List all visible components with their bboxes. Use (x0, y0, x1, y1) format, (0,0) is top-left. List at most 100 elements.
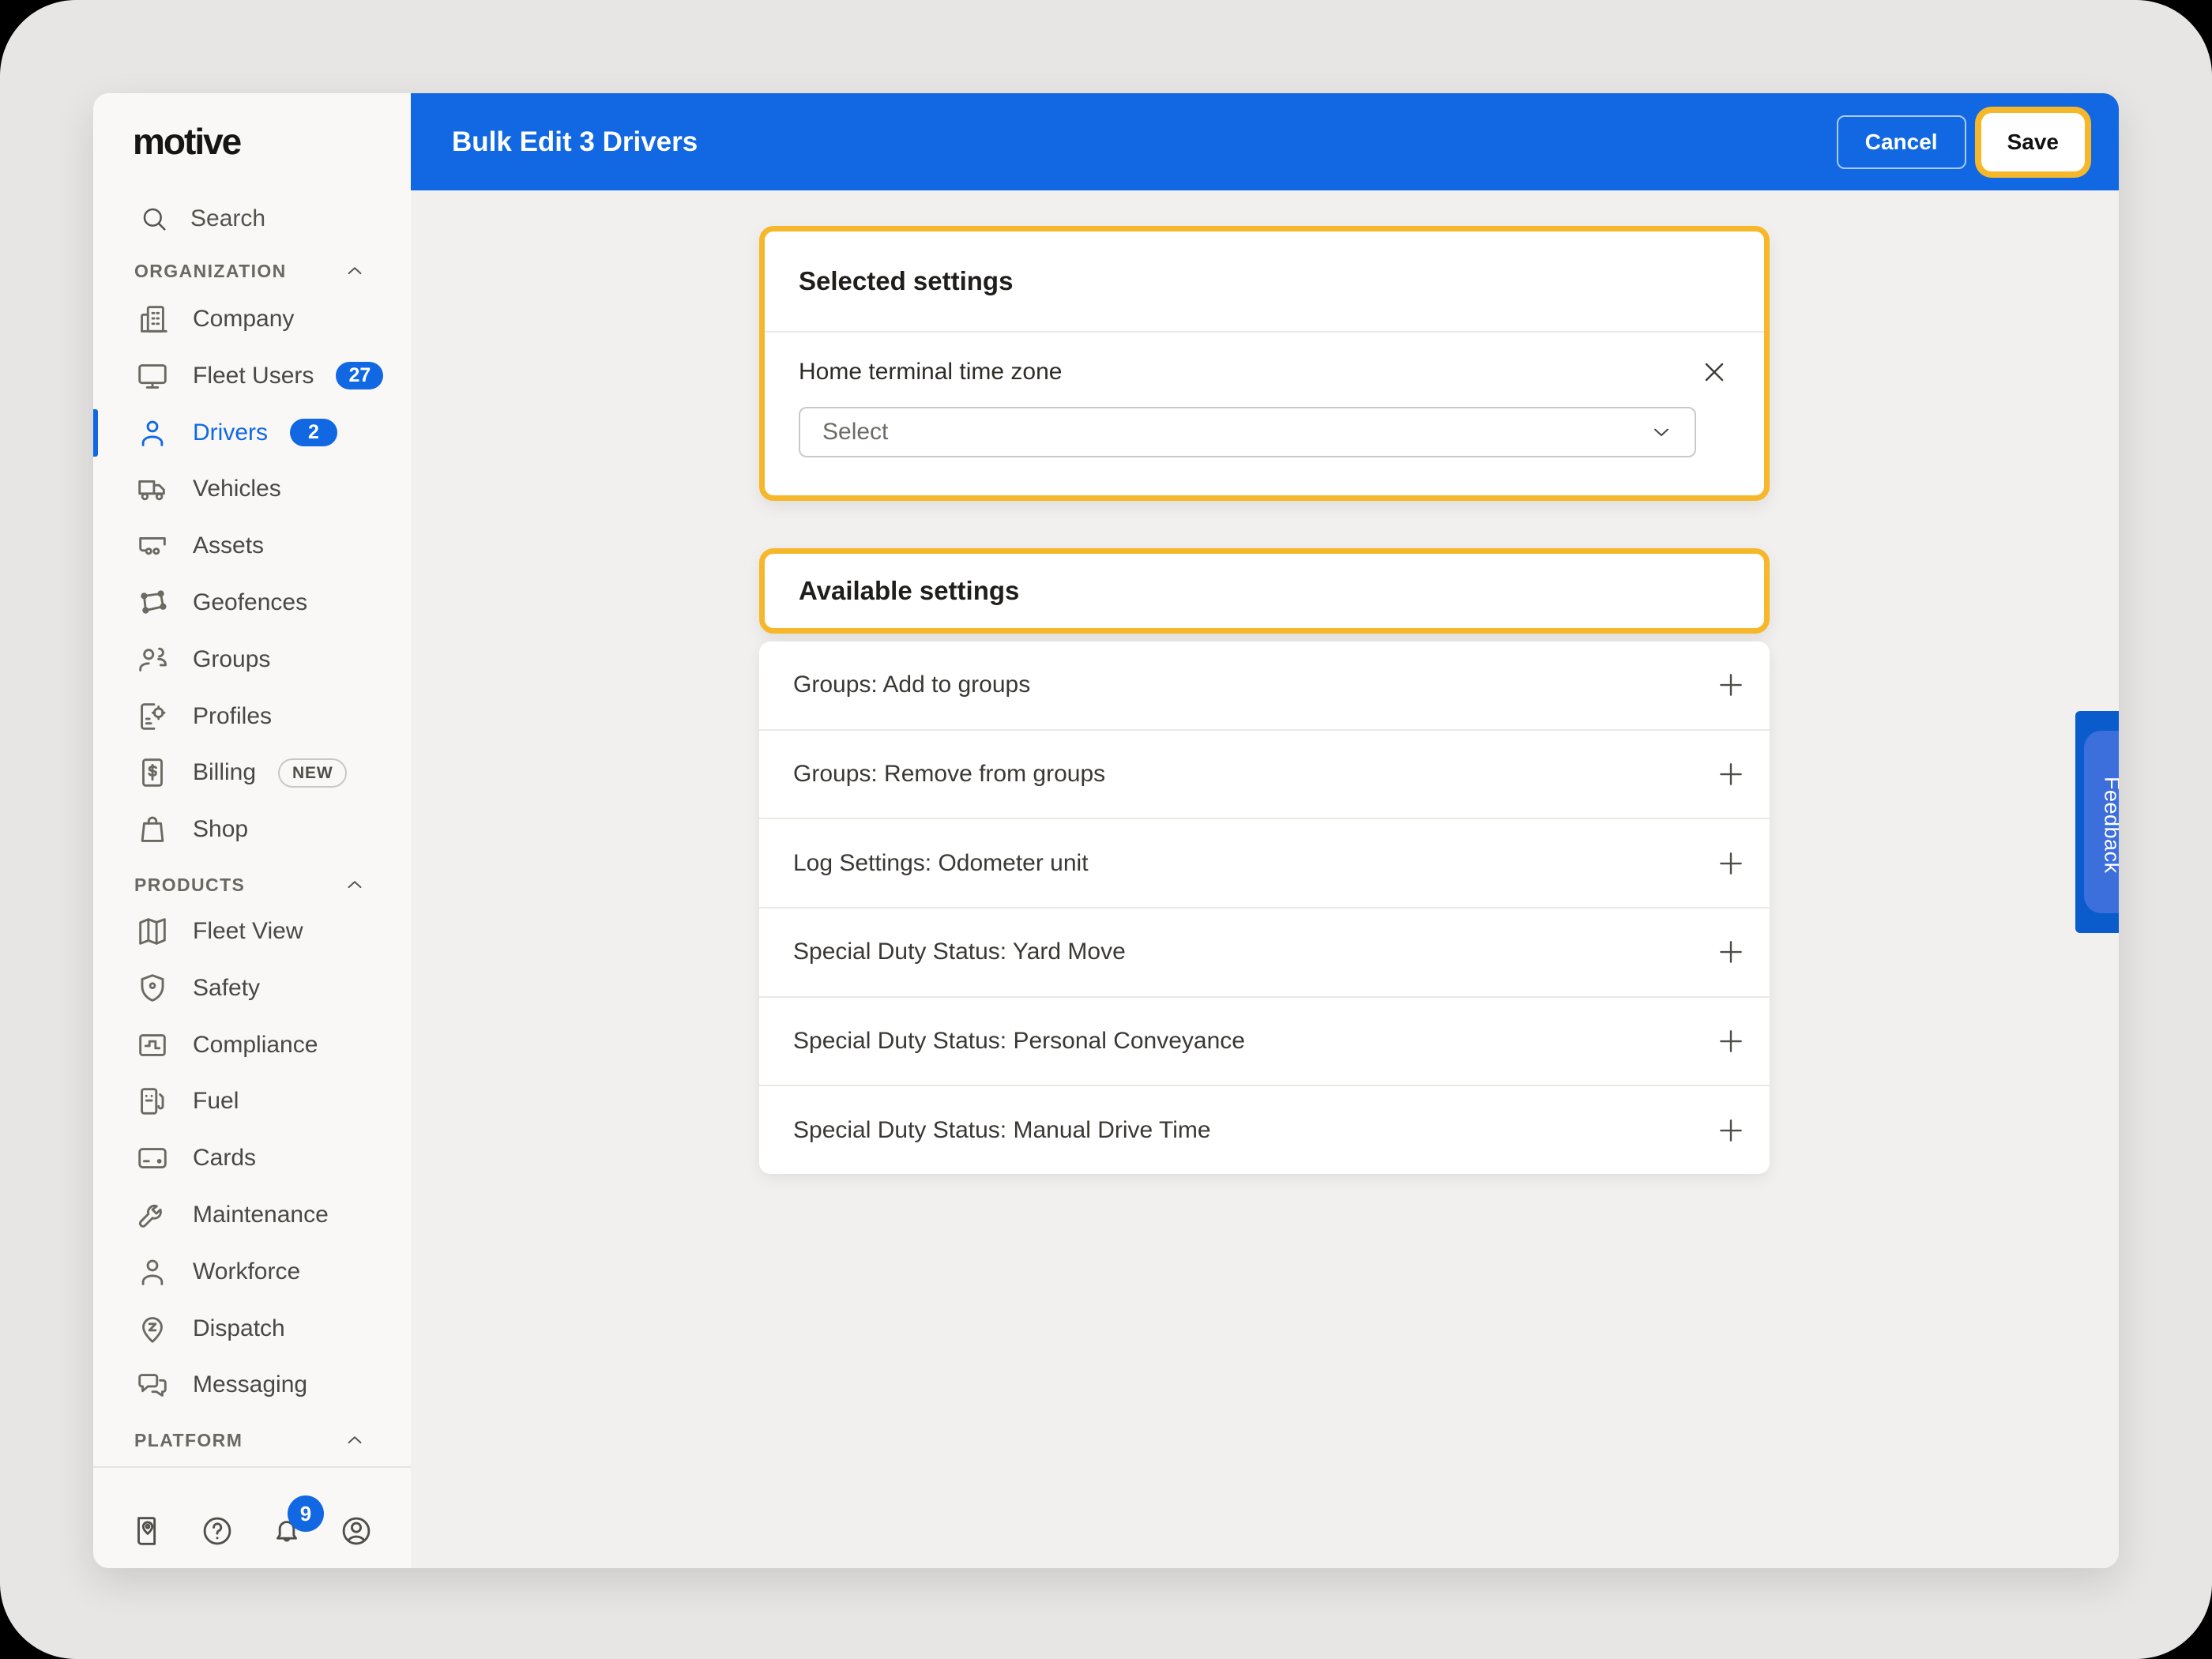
available-setting-row-special-duty-status-manual-drive-time[interactable]: Special Duty Status: Manual Drive Time (759, 1085, 1770, 1174)
available-settings-list: Groups: Add to groups Groups: Remove fro… (759, 641, 1770, 1174)
screenshot-stage: motive Search ORGANIZATION Company Fleet… (0, 0, 2212, 1659)
sidebar-footer: 9 (130, 1493, 374, 1569)
available-setting-label: Special Duty Status: Yard Move (793, 939, 1126, 965)
plus-icon[interactable] (1716, 759, 1746, 789)
plus-icon[interactable] (1716, 848, 1746, 878)
sidebar-item-label: Maintenance (193, 1202, 329, 1228)
timezone-select[interactable]: Select (799, 407, 1696, 457)
sidebar-item-billing[interactable]: Billing NEW (93, 744, 411, 801)
new-tag: NEW (278, 758, 348, 788)
fuel-pump-icon (134, 1083, 171, 1119)
sidebar-item-label: Drivers (193, 419, 268, 446)
trailer-icon (134, 528, 171, 564)
sidebar-item-label: Safety (193, 974, 261, 1001)
person-icon (134, 415, 171, 451)
billing-doc-icon (134, 754, 171, 791)
header-actions: Cancel Save (1836, 93, 2082, 190)
remove-setting-close-icon[interactable] (1698, 356, 1730, 388)
selected-settings-body: Home terminal time zone Select (765, 333, 1764, 457)
sidebar-item-cards[interactable]: Cards (93, 1130, 411, 1187)
sidebar-item-groups[interactable]: Groups (93, 631, 411, 688)
sidebar-item-label: Billing (193, 759, 257, 786)
sidebar-item-label: Groups (193, 645, 271, 672)
plus-icon[interactable] (1716, 1115, 1746, 1146)
sidebar-item-company[interactable]: Company (93, 291, 411, 348)
available-setting-label: Special Duty Status: Personal Conveyance (793, 1028, 1245, 1055)
sidebar-item-label: Workforce (193, 1258, 301, 1285)
sidebar-item-label: Dispatch (193, 1315, 285, 1341)
plus-icon[interactable] (1716, 1026, 1746, 1056)
notification-count-badge: 9 (288, 1495, 324, 1532)
sidebar-item-drivers[interactable]: Drivers 2 (93, 404, 411, 461)
sidebar-item-label: Geofences (193, 589, 308, 615)
chevron-up-icon (343, 873, 367, 897)
sidebar-item-label: Assets (193, 532, 265, 559)
main-content: Selected settings Home terminal time zon… (411, 190, 2119, 1568)
credit-card-icon (134, 1140, 171, 1176)
active-item-indicator (93, 408, 98, 457)
section-label: ORGANIZATION (134, 260, 287, 281)
person-icon (134, 1254, 171, 1290)
map-icon (134, 913, 171, 950)
chat-icon (134, 1367, 171, 1403)
profile-doc-icon (134, 698, 171, 735)
sidebar-item-fleet-view[interactable]: Fleet View (93, 903, 411, 960)
available-setting-row-groups-add-to-groups[interactable]: Groups: Add to groups (759, 641, 1770, 729)
bulk-edit-header: Bulk Edit 3 Drivers Cancel Save (411, 93, 2119, 190)
sidebar-item-label: Vehicles (193, 476, 281, 502)
app-window: motive Search ORGANIZATION Company Fleet… (93, 93, 2119, 1568)
available-setting-row-special-duty-status-yard-move[interactable]: Special Duty Status: Yard Move (759, 907, 1770, 996)
guide-icon[interactable] (130, 1513, 166, 1549)
sidebar-item-compliance[interactable]: Compliance (93, 1017, 411, 1074)
available-setting-row-groups-remove-from-groups[interactable]: Groups: Remove from groups (759, 728, 1770, 818)
groups-icon (134, 641, 171, 678)
sidebar-item-workforce[interactable]: Workforce (93, 1243, 411, 1300)
help-icon[interactable] (199, 1513, 235, 1549)
cancel-button[interactable]: Cancel (1836, 115, 1966, 169)
chevron-down-icon (1649, 419, 1674, 445)
sidebar-item-messaging[interactable]: Messaging (93, 1356, 411, 1413)
sidebar-item-label: Shop (193, 816, 249, 843)
home-terminal-timezone-label: Home terminal time zone (799, 359, 1063, 385)
feedback-tab[interactable]: Feedback (2075, 711, 2119, 933)
save-button[interactable]: Save (1983, 115, 2082, 169)
sidebar-item-fuel[interactable]: Fuel (93, 1073, 411, 1130)
sidebar-item-profiles[interactable]: Profiles (93, 688, 411, 745)
shield-icon (134, 970, 171, 1006)
sidebar-item-fleet-users[interactable]: Fleet Users 27 (93, 348, 411, 404)
section-header-organization[interactable]: ORGANIZATION (93, 248, 411, 294)
available-settings-title: Available settings (799, 576, 1020, 605)
sidebar-item-geofences[interactable]: Geofences (93, 574, 411, 631)
plus-icon[interactable] (1716, 670, 1746, 700)
search-icon (138, 203, 170, 235)
section-header-products[interactable]: PRODUCTS (93, 862, 411, 908)
feedback-tab-inner: Feedback (2084, 731, 2119, 913)
available-setting-row-special-duty-status-personal-conveyance[interactable]: Special Duty Status: Personal Conveyance (759, 995, 1770, 1085)
section-header-platform[interactable]: PLATFORM (93, 1417, 411, 1463)
search-label: Search (190, 205, 266, 231)
notifications-icon[interactable]: 9 (269, 1495, 324, 1549)
dispatch-pin-icon (134, 1311, 171, 1347)
wrench-icon (134, 1197, 171, 1233)
geofence-icon (134, 585, 171, 621)
sidebar-item-label: Fuel (193, 1088, 239, 1115)
timezone-select-value: Select (822, 419, 889, 445)
shopping-bag-icon (134, 811, 171, 848)
account-icon[interactable] (338, 1513, 374, 1549)
available-setting-row-log-settings-odometer-unit[interactable]: Log Settings: Odometer unit (759, 818, 1770, 907)
sidebar-item-maintenance[interactable]: Maintenance (93, 1187, 411, 1243)
sidebar-item-dispatch[interactable]: Dispatch (93, 1300, 411, 1357)
plus-icon[interactable] (1716, 937, 1746, 967)
available-setting-label: Groups: Remove from groups (793, 761, 1106, 787)
sidebar-item-label: Compliance (193, 1031, 318, 1058)
sidebar-item-safety[interactable]: Safety (93, 960, 411, 1017)
chevron-up-icon (343, 1428, 367, 1452)
sidebar-item-label: Fleet View (193, 918, 303, 944)
sidebar-item-assets[interactable]: Assets (93, 517, 411, 574)
search-input[interactable]: Search (93, 191, 411, 246)
selected-settings-title: Selected settings (765, 231, 1764, 333)
feedback-label: Feedback (2100, 777, 2120, 874)
sidebar-item-vehicles[interactable]: Vehicles (93, 461, 411, 517)
sidebar-item-shop[interactable]: Shop (93, 801, 411, 858)
monitor-icon (134, 358, 171, 394)
